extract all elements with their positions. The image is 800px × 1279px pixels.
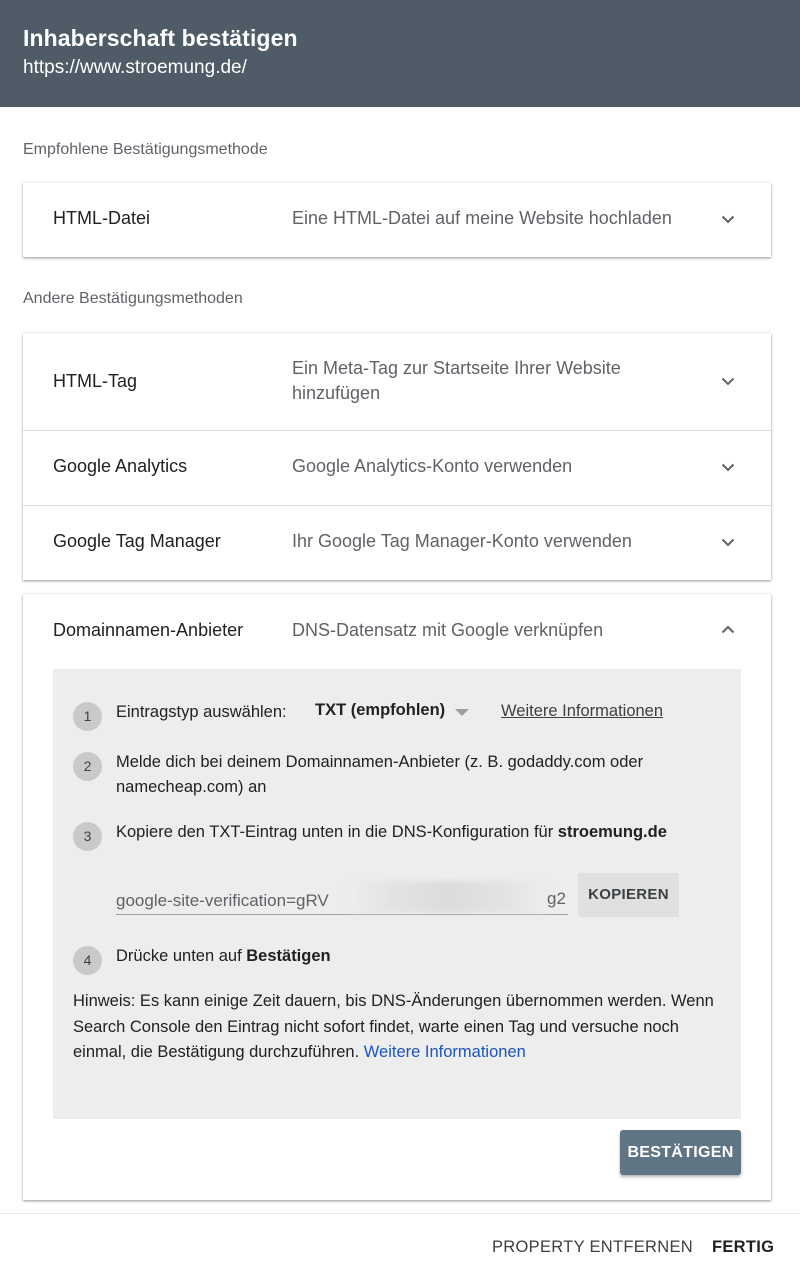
recommended-card: HTML-Datei Eine HTML-Datei auf meine Web… bbox=[23, 183, 771, 257]
dialog-footer: PROPERTY ENTFERNEN FERTIG bbox=[0, 1213, 800, 1279]
method-description: Google Analytics-Konto verwenden bbox=[292, 456, 573, 476]
other-methods-card: HTML-Tag Ein Meta-Tag zur Startseite Ihr… bbox=[23, 333, 771, 580]
dns-hint: Hinweis: Es kann einige Zeit dauern, bis… bbox=[73, 989, 733, 1066]
method-name: Google Tag Manager bbox=[53, 531, 221, 551]
step-text-main: Kopiere den TXT-Eintrag unten in die DNS… bbox=[116, 823, 558, 841]
step-number: 2 bbox=[73, 752, 102, 781]
step-number: 3 bbox=[73, 822, 102, 851]
record-type-select[interactable]: TXT (empfohlen) bbox=[315, 701, 445, 720]
method-row-google-tag-manager[interactable]: Google Tag Manager Ihr Google Tag Manage… bbox=[23, 506, 771, 580]
method-row-google-analytics[interactable]: Google Analytics Google Analytics-Konto … bbox=[23, 431, 771, 506]
method-row-html-file[interactable]: HTML-Datei Eine HTML-Datei auf meine Web… bbox=[23, 183, 771, 257]
step-number: 1 bbox=[73, 702, 102, 731]
method-name: HTML-Tag bbox=[53, 371, 138, 391]
copy-button[interactable]: KOPIEREN bbox=[578, 873, 679, 917]
step-text: Melde dich bei deinem Domainnamen-Anbiet… bbox=[116, 753, 644, 796]
redacted-token bbox=[347, 881, 549, 913]
method-name: Domainnamen-Anbieter bbox=[53, 620, 244, 640]
domain-provider-card: Domainnamen-Anbieter DNS-Datensatz mit G… bbox=[23, 594, 771, 1200]
domain-name: stroemung.de bbox=[557, 823, 667, 841]
caret-down-icon[interactable] bbox=[455, 709, 469, 716]
hint-more-info-link[interactable]: Weitere Informationen bbox=[364, 1043, 526, 1061]
method-description: Eine HTML-Datei auf meine Website hochla… bbox=[292, 208, 672, 228]
more-info-link[interactable]: Weitere Informationen bbox=[501, 702, 663, 721]
step-text: Drücke unten auf Bestätigen bbox=[116, 944, 716, 969]
method-description: Ihr Google Tag Manager-Konto verwenden bbox=[292, 531, 632, 551]
other-methods-label: Andere Bestätigungsmethoden bbox=[23, 290, 243, 307]
step-text-main: Drücke unten auf bbox=[116, 947, 247, 965]
method-row-html-tag[interactable]: HTML-Tag Ein Meta-Tag zur Startseite Ihr… bbox=[23, 333, 771, 431]
chevron-down-icon[interactable] bbox=[719, 210, 737, 228]
step-number: 4 bbox=[73, 946, 102, 975]
verification-record-end: g2 bbox=[547, 889, 566, 908]
done-button[interactable]: FERTIG bbox=[712, 1238, 774, 1257]
recommended-label: Empfohlene Bestätigungsmethode bbox=[23, 141, 268, 158]
step-text: Kopiere den TXT-Eintrag unten in die DNS… bbox=[116, 820, 716, 845]
remove-property-button[interactable]: PROPERTY ENTFERNEN bbox=[492, 1238, 693, 1257]
method-description: Ein Meta-Tag zur Startseite Ihrer Websit… bbox=[292, 358, 621, 403]
confirm-reference: Bestätigen bbox=[246, 947, 331, 965]
chevron-down-icon[interactable] bbox=[719, 533, 737, 551]
chevron-down-icon[interactable] bbox=[719, 372, 737, 390]
confirm-button[interactable]: BESTÄTIGEN bbox=[620, 1130, 741, 1175]
method-description: DNS-Datensatz mit Google verknüpfen bbox=[292, 620, 604, 640]
method-row-domain-provider[interactable]: Domainnamen-Anbieter DNS-Datensatz mit G… bbox=[23, 594, 771, 669]
step-text: Eintragstyp auswählen: bbox=[116, 703, 287, 721]
property-url: https://www.stroemung.de/ bbox=[23, 57, 247, 78]
dns-instructions-panel: 1 Eintragstyp auswählen: TXT (empfohlen)… bbox=[53, 669, 741, 1119]
method-name: HTML-Datei bbox=[53, 208, 151, 228]
chevron-up-icon[interactable] bbox=[719, 621, 737, 639]
dialog-title: Inhaberschaft bestätigen bbox=[23, 25, 298, 51]
dialog-header: Inhaberschaft bestätigen https://www.str… bbox=[0, 0, 800, 107]
verification-record-text: google-site-verification=gRV bbox=[116, 891, 329, 910]
method-name: Google Analytics bbox=[53, 456, 188, 476]
chevron-down-icon[interactable] bbox=[719, 458, 737, 476]
